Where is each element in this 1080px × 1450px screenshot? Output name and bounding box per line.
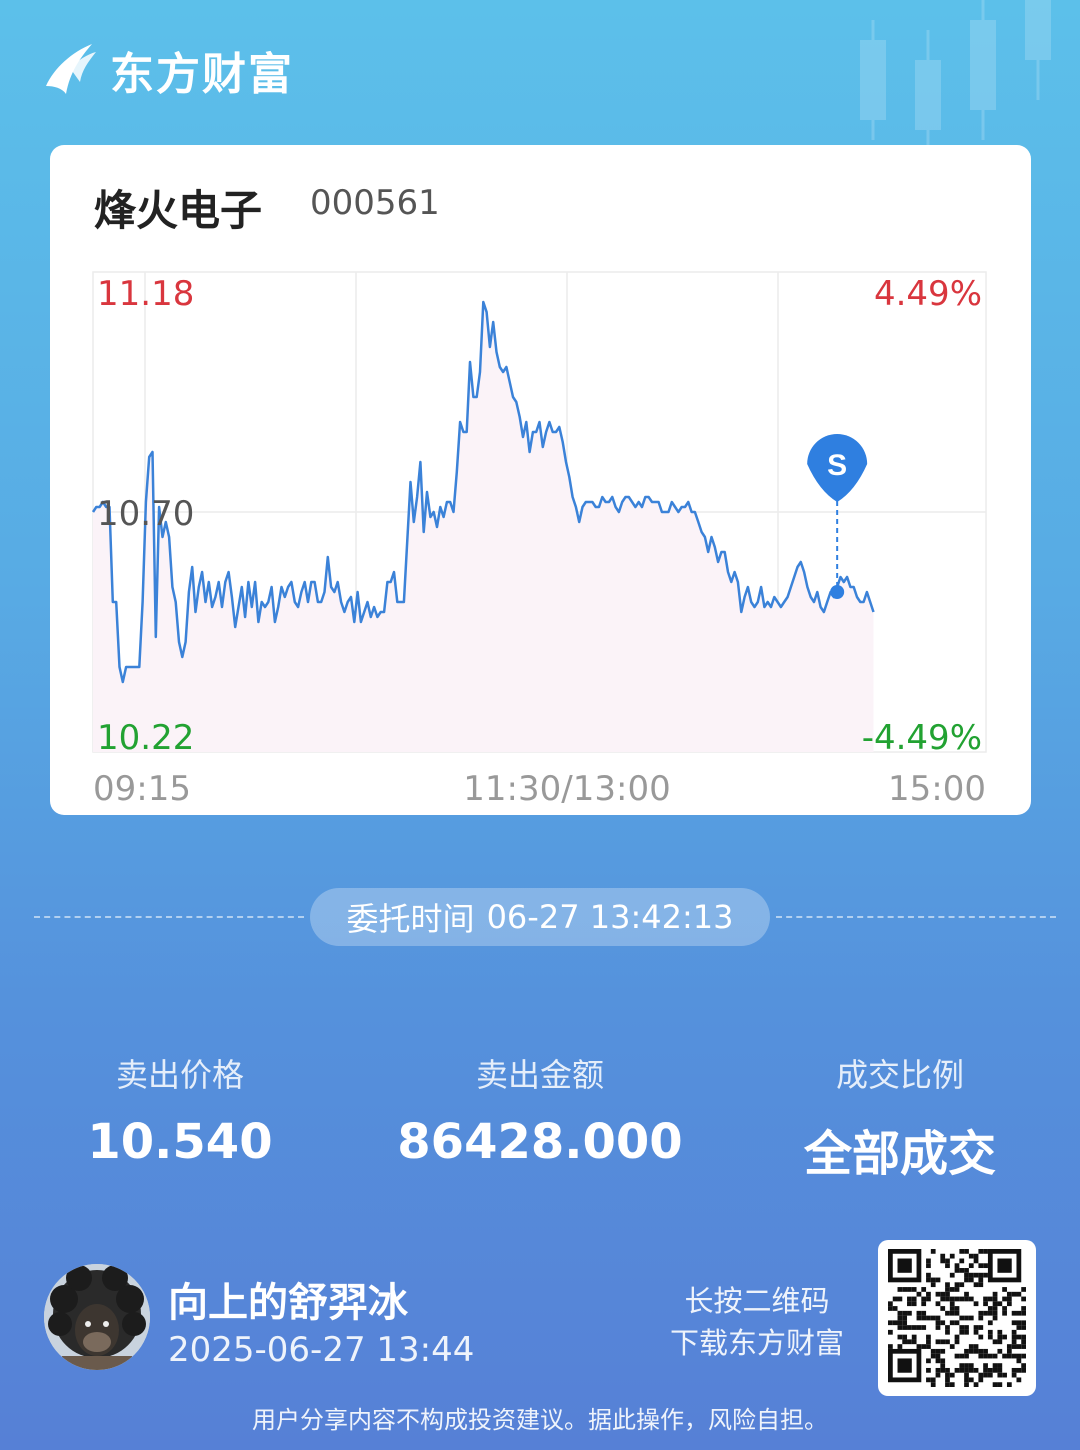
background-candlestick-decoration — [860, 0, 1051, 145]
x-axis-start-time: 09:15 — [93, 769, 191, 809]
y-axis-min-percent: -4.49% — [862, 718, 982, 758]
qr-code-icon — [888, 1249, 1026, 1387]
qr-hint: 长按二维码 下载东方财富 — [670, 1280, 844, 1364]
order-time-label: 委托时间 — [346, 900, 475, 938]
y-axis-min-price: 10.22 — [97, 718, 194, 758]
share-time: 2025-06-27 13:44 — [168, 1330, 475, 1370]
user-name: 向上的舒羿冰 — [168, 1280, 408, 1326]
y-axis-max-price: 11.18 — [97, 274, 194, 314]
metric-label: 卖出金额 — [475, 1056, 604, 1094]
x-axis-mid-time: 11:30/13:00 — [463, 769, 670, 809]
brand-name: 东方财富 — [110, 49, 294, 100]
sell-marker-dot — [830, 585, 845, 599]
metric-fill-ratio: 成交比例 全部成交 — [735, 1050, 1065, 1184]
divider-right — [776, 916, 1056, 918]
price-area-fill — [93, 302, 874, 752]
order-time-row: 委托时间 06-27 13:42:13 — [0, 888, 1080, 946]
y-axis-max-percent: 4.49% — [874, 274, 982, 314]
qr-hint-line1: 长按二维码 — [684, 1284, 830, 1318]
qr-hint-line2: 下载东方财富 — [669, 1326, 844, 1360]
metric-sell-price: 卖出价格 10.540 — [15, 1050, 345, 1170]
metric-sell-amount: 卖出金额 86428.000 — [375, 1050, 705, 1170]
metric-label: 成交比例 — [835, 1056, 964, 1094]
metric-value: 全部成交 — [803, 1126, 996, 1182]
sell-marker-label: S — [827, 449, 847, 482]
download-qr-code[interactable] — [878, 1240, 1036, 1396]
divider-left — [34, 916, 304, 918]
y-axis-prev-close: 10.70 — [97, 494, 194, 534]
metric-value: 86428.000 — [397, 1114, 683, 1170]
x-axis-end-time: 15:00 — [888, 769, 986, 809]
order-time-pill: 委托时间 06-27 13:42:13 — [310, 888, 770, 946]
order-time-value: 06-27 13:42:13 — [486, 898, 734, 936]
stock-chart-card: 烽火电子 000561 S 11.18 10.70 10.22 4.49% -4… — [50, 145, 1031, 815]
avatar-image-icon — [44, 1264, 150, 1370]
brand-logo: 东方财富 — [40, 38, 294, 102]
metric-label: 卖出价格 — [115, 1056, 244, 1094]
user-avatar[interactable] — [44, 1264, 150, 1370]
metric-value: 10.540 — [87, 1114, 273, 1170]
intraday-chart: S 11.18 10.70 10.22 4.49% -4.49% 09:15 1… — [91, 271, 987, 809]
sell-marker: S — [807, 434, 868, 599]
eastmoney-logo-icon — [46, 44, 96, 94]
disclaimer: 用户分享内容不构成投资建议。据此操作，风险自担。 — [252, 1406, 828, 1434]
